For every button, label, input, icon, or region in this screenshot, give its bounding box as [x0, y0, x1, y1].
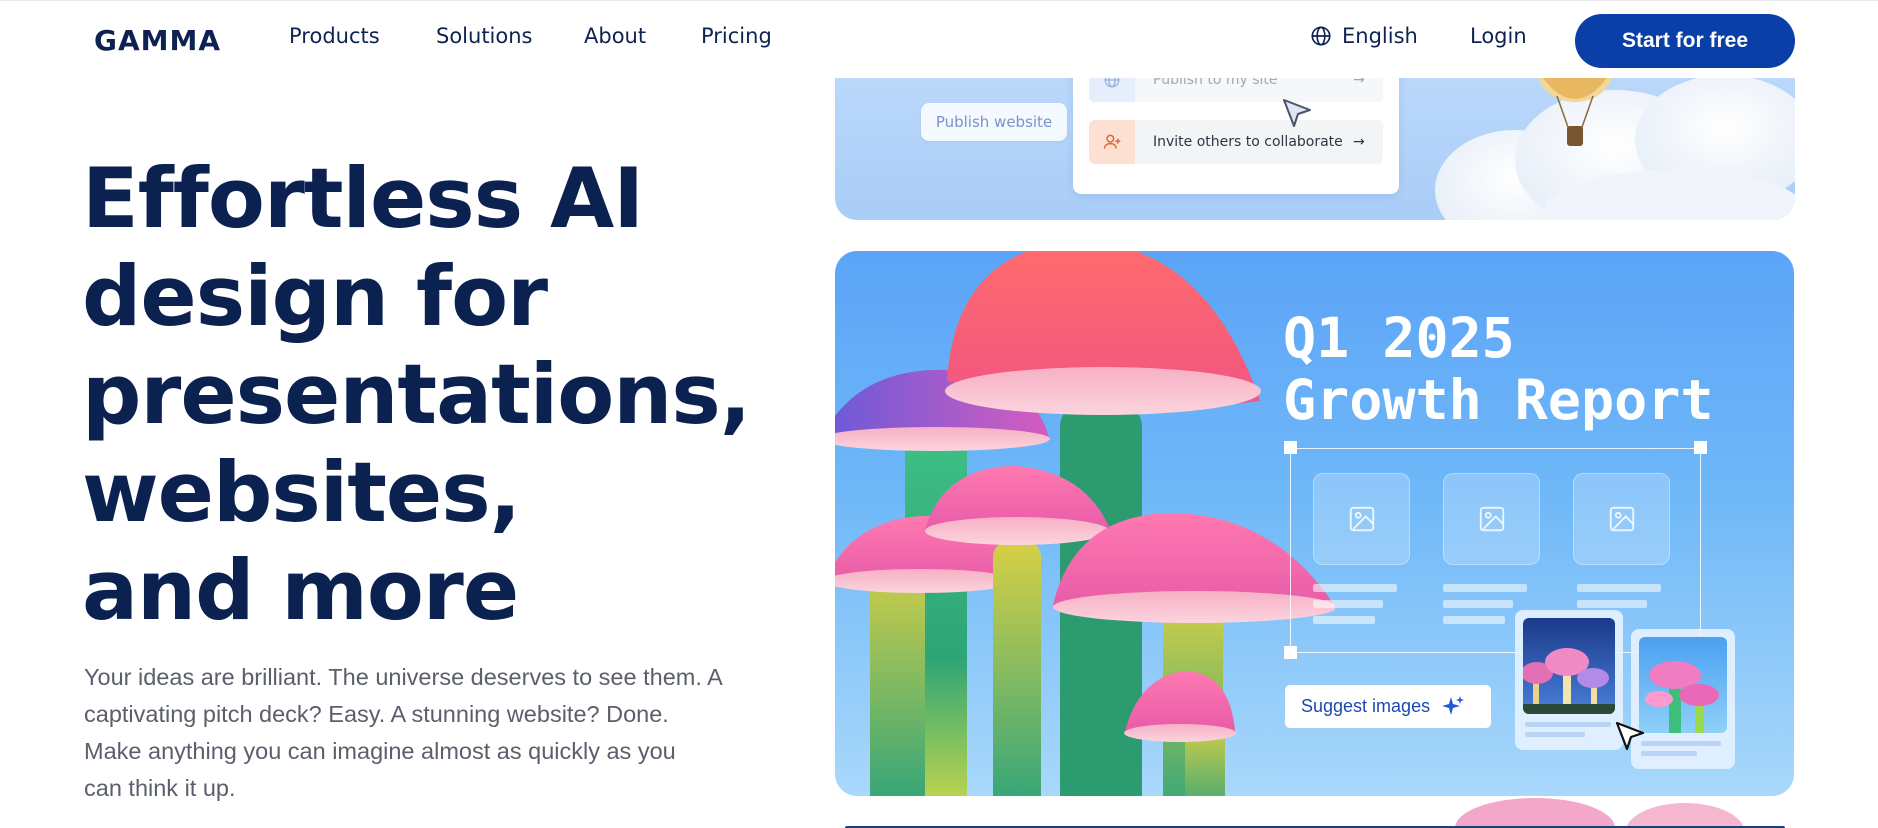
report-title-line: Q1 2025 [1283, 306, 1515, 370]
publish-website-button[interactable]: Publish website [921, 103, 1067, 141]
image-icon [1609, 506, 1634, 532]
growth-report-card: Q1 2025 Growth Report Suggest images [835, 251, 1794, 796]
caption-line [1525, 722, 1611, 727]
sparkle-icon [1442, 695, 1465, 715]
login-link[interactable]: Login [1470, 24, 1527, 48]
hero-title-line: design for [82, 248, 548, 345]
text-placeholder-line [1443, 584, 1527, 592]
caption-line [1525, 732, 1585, 737]
top-nav: GAMMA Products Solutions About Pricing E… [0, 0, 1878, 78]
pink-petal-decoration [1455, 798, 1745, 828]
cursor-icon [1283, 99, 1311, 127]
image-icon [1349, 506, 1374, 532]
report-title: Q1 2025 Growth Report [1283, 307, 1713, 431]
publish-preview-card: Publish website Publish to my site → Inv… [835, 60, 1795, 220]
hero-title-line: and more [82, 542, 519, 639]
cursor-icon [1615, 721, 1645, 751]
arrow-right-icon: → [1353, 134, 1365, 150]
mushroom-illustration [835, 251, 1335, 796]
image-placeholder[interactable] [1443, 473, 1540, 565]
nav-solutions[interactable]: Solutions [436, 24, 533, 48]
hero-title: Effortless AI design for presentations, … [82, 150, 782, 640]
text-placeholder-line [1577, 600, 1647, 608]
user-add-icon [1089, 120, 1135, 164]
suggested-image [1523, 618, 1615, 714]
hero-title-line: Effortless AI [82, 150, 644, 247]
nav-pricing[interactable]: Pricing [701, 24, 772, 48]
hero-subtitle-line: captivating pitch deck? Easy. A stunning… [84, 701, 669, 727]
menu-item-invite-collaborate[interactable]: Invite others to collaborate → [1089, 120, 1383, 164]
text-placeholder-line [1313, 600, 1383, 608]
caption-line [1641, 751, 1697, 756]
image-placeholder[interactable] [1313, 473, 1410, 565]
suggest-images-button[interactable]: Suggest images [1285, 685, 1491, 728]
hero-subtitle: Your ideas are brilliant. The universe d… [84, 659, 784, 807]
image-placeholder[interactable] [1573, 473, 1670, 565]
resize-handle-top-left[interactable] [1284, 441, 1297, 454]
caption-line [1641, 741, 1721, 746]
suggest-images-label: Suggest images [1301, 696, 1431, 716]
text-placeholder-line [1313, 584, 1397, 592]
text-placeholder-line [1313, 616, 1375, 624]
hero-title-line: presentations, [82, 346, 751, 443]
language-selector[interactable]: English [1310, 24, 1418, 48]
cloud-balloon-illustration [1435, 60, 1795, 220]
resize-handle-top-right[interactable] [1694, 441, 1707, 454]
menu-item-label: Invite others to collaborate [1153, 134, 1343, 150]
gamma-logo[interactable]: GAMMA [94, 23, 221, 57]
resize-handle-bottom-left[interactable] [1284, 646, 1297, 659]
text-placeholder-line [1577, 584, 1661, 592]
suggested-image [1639, 637, 1727, 733]
language-label: English [1342, 24, 1418, 48]
suggested-image-thumb[interactable] [1515, 610, 1623, 750]
report-title-line: Growth Report [1283, 368, 1714, 432]
start-for-free-button[interactable]: Start for free [1575, 14, 1795, 68]
hero-title-line: websites, [82, 444, 521, 541]
hero-subtitle-line: can think it up. [84, 775, 236, 801]
text-placeholder-line [1443, 616, 1505, 624]
globe-icon [1311, 26, 1331, 46]
image-icon [1479, 506, 1504, 532]
nav-products[interactable]: Products [289, 24, 380, 48]
hero-subtitle-line: Your ideas are brilliant. The universe d… [84, 664, 723, 690]
logo-text: GAMMA [94, 23, 222, 57]
text-placeholder-line [1443, 600, 1513, 608]
nav-about[interactable]: About [584, 24, 646, 48]
hero-subtitle-line: Make anything you can imagine almost as … [84, 738, 676, 764]
publish-menu: Publish to my site → Invite others to co… [1073, 60, 1399, 194]
